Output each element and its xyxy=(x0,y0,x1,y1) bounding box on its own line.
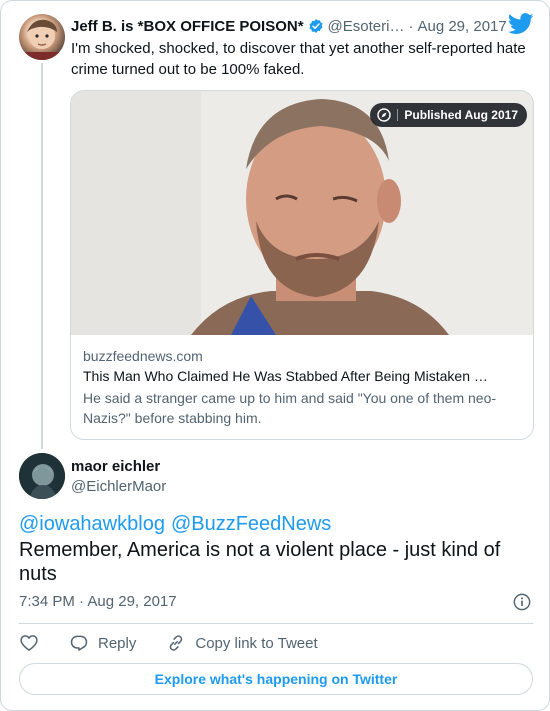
twitter-bird-icon[interactable] xyxy=(508,13,534,35)
copy-link-label: Copy link to Tweet xyxy=(195,634,318,652)
reply-icon xyxy=(70,635,88,651)
explore-twitter-button[interactable]: Explore what's happening on Twitter xyxy=(19,663,533,695)
compass-icon xyxy=(377,108,392,122)
author-name[interactable]: maor eichler xyxy=(71,458,160,475)
thread-connector-line xyxy=(41,63,43,449)
quoted-author-handle[interactable]: @Esoteri… xyxy=(328,18,405,35)
quoted-tweet-header: Jeff B. is *BOX OFFICE POISON* @Esoteri…… xyxy=(71,16,541,36)
author-handle[interactable]: @EichlerMaor xyxy=(71,478,166,495)
tweet-actions: Reply Copy link to Tweet xyxy=(19,631,348,655)
header-separator: · xyxy=(408,17,414,35)
heart-icon xyxy=(20,635,38,651)
article-photo: Published Aug 2017 xyxy=(71,91,533,335)
link-card-description: He said a stranger came up to him and sa… xyxy=(83,390,497,426)
info-icon[interactable] xyxy=(513,593,531,611)
reply-label: Reply xyxy=(98,634,137,652)
actions-divider xyxy=(19,623,533,624)
mention-link[interactable]: @iowahawkblog xyxy=(19,513,165,535)
quoted-author-avatar[interactable] xyxy=(19,14,65,60)
published-badge-text: Published Aug 2017 xyxy=(404,108,518,122)
avatar-child-face xyxy=(23,19,61,60)
reply-button[interactable]: Reply xyxy=(69,633,136,653)
copy-link-button[interactable]: Copy link to Tweet xyxy=(166,633,318,653)
quoted-author-name[interactable]: Jeff B. is *BOX OFFICE POISON* xyxy=(71,18,304,35)
link-card-title: This Man Who Claimed He Was Stabbed Afte… xyxy=(83,368,488,384)
tweet-embed-card: Jeff B. is *BOX OFFICE POISON* @Esoteri…… xyxy=(0,0,550,711)
article-photo-illustration xyxy=(71,91,533,335)
like-button[interactable] xyxy=(19,633,39,653)
published-badge: Published Aug 2017 xyxy=(370,103,527,127)
tweet-timestamp[interactable]: 7:34 PM · Aug 29, 2017 xyxy=(19,593,177,610)
link-icon xyxy=(170,635,183,651)
badge-separator xyxy=(397,109,399,121)
tweet-text: Remember, America is not a violent place… xyxy=(19,539,501,585)
author-avatar[interactable] xyxy=(19,453,65,499)
link-preview-card[interactable]: Published Aug 2017 buzzfeednews.com This… xyxy=(70,90,534,440)
link-card-domain: buzzfeednews.com xyxy=(83,348,203,364)
quoted-tweet-text: I'm shocked, shocked, to discover that y… xyxy=(71,40,526,78)
avatar-dark-portrait xyxy=(19,453,65,499)
quoted-tweet-date[interactable]: Aug 29, 2017 xyxy=(417,18,506,35)
verified-badge-icon xyxy=(309,19,323,33)
tweet-mentions: @iowahawkblog @BuzzFeedNews xyxy=(19,513,337,536)
mention-link[interactable]: @BuzzFeedNews xyxy=(171,513,331,535)
